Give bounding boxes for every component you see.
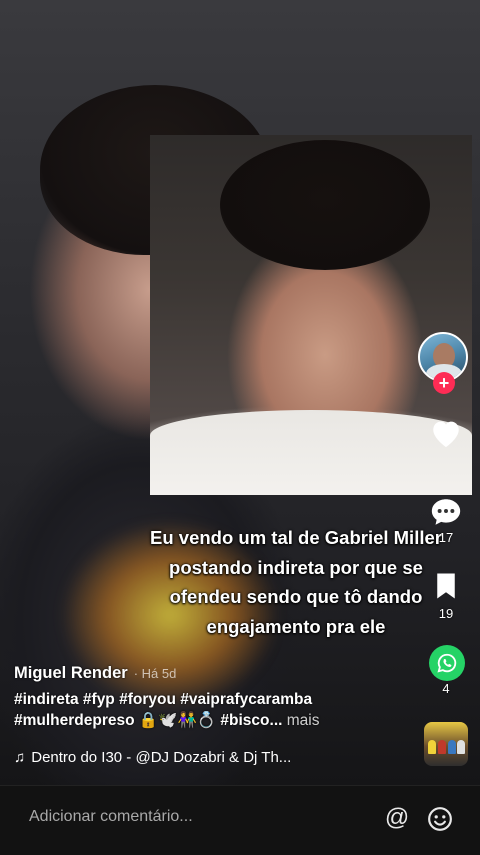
shares-count: 4: [442, 681, 450, 696]
comment-input[interactable]: Adicionar comentário...: [29, 808, 193, 826]
caption-line: engajamento pra ele: [206, 615, 386, 637]
sound-disc[interactable]: [424, 722, 468, 766]
save-button[interactable]: [424, 566, 468, 606]
post-description[interactable]: #indireta #fyp #foryou #vaiprafycaramba …: [14, 689, 414, 731]
more-link[interactable]: mais: [287, 712, 320, 729]
disc-figure: [457, 740, 465, 754]
music-note-icon: ♫: [14, 749, 26, 766]
inset-subject-hair: [220, 140, 430, 270]
mention-button[interactable]: @: [383, 804, 411, 832]
post-time: · Há 5d: [133, 666, 177, 681]
music-title: Dentro do I30 - @DJ Dozabri & Dj Th...: [31, 749, 292, 766]
bookmark-icon: [437, 573, 455, 599]
whatsapp-icon: [437, 653, 457, 673]
comments-count: 17: [438, 530, 454, 545]
comment-bubble-icon: [431, 499, 461, 525]
hashtags-line[interactable]: #mulherdepreso 🔒🕊️👫💍 #bisco...: [14, 712, 282, 729]
video-caption: Eu vendo um tal de Gabriel Miller postan…: [136, 523, 456, 641]
disc-figure: [428, 740, 436, 754]
share-whatsapp-button[interactable]: [429, 645, 465, 681]
caption-line: postando indireta por que se: [169, 556, 423, 578]
comment-button[interactable]: [424, 492, 468, 532]
caption-line: ofendeu sendo que tô dando: [169, 586, 423, 607]
disc-figure: [448, 740, 456, 754]
post-meta: Miguel Render · Há 5d #indireta #fyp #fo…: [14, 664, 414, 731]
emoji-icon[interactable]: [427, 806, 453, 832]
author-name[interactable]: Miguel Render: [14, 664, 128, 683]
music-info[interactable]: ♫ Dentro do I30 - @DJ Dozabri & Dj Th...: [14, 749, 291, 766]
follow-plus-button[interactable]: +: [433, 372, 455, 394]
caption-line: Eu vendo um tal de Gabriel Miller: [150, 527, 442, 548]
like-button[interactable]: [424, 413, 468, 453]
comment-bar: Adicionar comentário... @: [0, 785, 480, 855]
disc-figure: [438, 740, 446, 754]
heart-icon: [433, 421, 459, 448]
saves-count: 19: [438, 606, 454, 621]
hashtags-line[interactable]: #indireta #fyp #foryou #vaiprafycaramba: [14, 689, 414, 710]
